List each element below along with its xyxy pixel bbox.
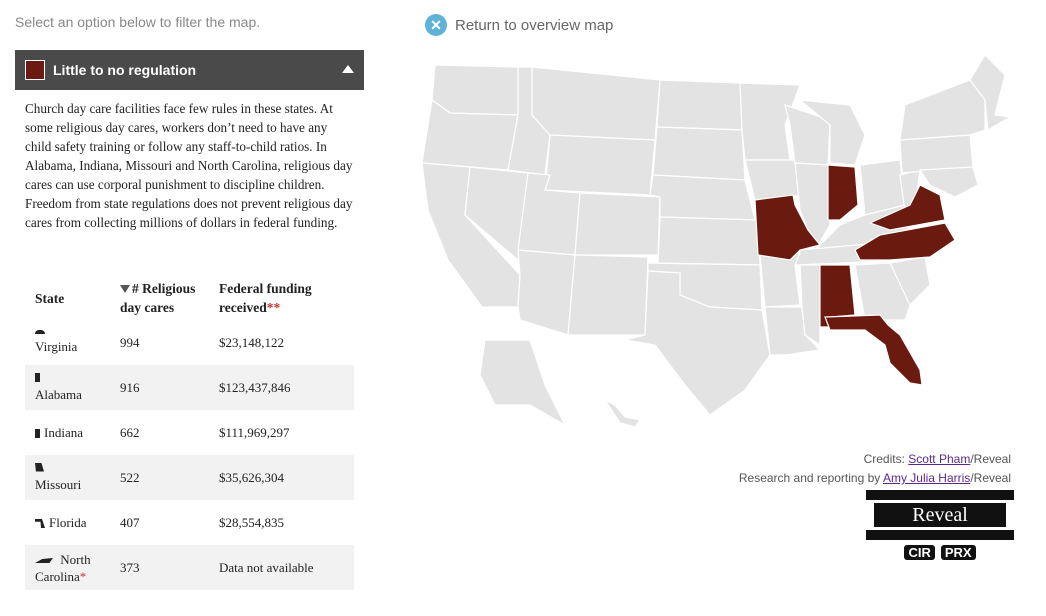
florida-shape-icon [35, 519, 45, 529]
map-state-indiana[interactable] [827, 164, 859, 221]
logo-wordmark: Reveal [874, 503, 1006, 527]
prx-logo: PRX [940, 545, 976, 560]
sort-down-icon [120, 285, 130, 293]
map-state-montana[interactable] [531, 66, 661, 141]
map-state-wyoming[interactable] [544, 134, 656, 196]
map-state-new-mexico[interactable] [567, 254, 649, 336]
credits: Credits: Scott Pham/Reveal Research and … [738, 452, 1011, 485]
credit-link-amy-julia-harris[interactable]: Amy Julia Harris [883, 471, 970, 485]
legend-swatch [25, 60, 45, 80]
header-state[interactable]: State [25, 276, 113, 320]
table-row[interactable]: Alabama 916 $123,437,846 [25, 365, 354, 410]
count-cell: 916 [120, 379, 140, 395]
state-cell: North Carolina* [35, 551, 91, 584]
map-state-arkansas[interactable] [759, 252, 801, 308]
table-row[interactable]: Florida 407 $28,554,835 [25, 500, 354, 545]
count-cell: 994 [120, 334, 140, 350]
map-state-washington[interactable] [431, 64, 521, 116]
us-map [421, 54, 1012, 428]
filter-instruction: Select an option below to filter the map… [15, 14, 261, 30]
count-cell: 662 [120, 424, 140, 440]
state-cell: Alabama [25, 365, 113, 410]
map-state-florida[interactable] [824, 314, 923, 386]
return-overview-link[interactable]: ✕ Return to overview map [425, 14, 613, 36]
filter-label: Little to no regulation [53, 62, 197, 78]
state-cell: Florida [25, 500, 113, 545]
count-cell: 522 [120, 469, 140, 485]
alabama-shape-icon [35, 372, 40, 382]
virginia-shape-icon [35, 330, 45, 334]
map-state-kansas[interactable] [657, 216, 761, 266]
map-state-alaska[interactable] [479, 339, 567, 427]
header-religious-day-cares[interactable]: # Religious day cares [113, 276, 219, 320]
cir-logo: CIR [904, 545, 935, 560]
header-federal-funding[interactable]: Federal funding received** [219, 276, 354, 320]
states-table: State # Religious day cares Federal fund… [25, 276, 354, 590]
funding-cell: Data not available [219, 559, 314, 575]
funding-cell: $111,969,297 [219, 424, 290, 440]
table-row[interactable]: Missouri 522 $35,626,304 [25, 455, 354, 500]
table-row[interactable]: North Carolina* 373 Data not available [25, 545, 354, 590]
map-state-colorado[interactable] [574, 192, 661, 256]
map-state-arizona[interactable] [517, 249, 576, 336]
map-state-new-york[interactable] [899, 79, 986, 141]
logo-bar [866, 530, 1014, 540]
funding-cell: $23,148,122 [219, 334, 284, 350]
state-cell: Indiana [25, 410, 113, 455]
table-row[interactable]: Indiana 662 $111,969,297 [25, 410, 354, 455]
north-carolina-shape-icon [35, 558, 53, 564]
funding-cell: $35,626,304 [219, 469, 284, 485]
return-label: Return to overview map [455, 16, 614, 34]
caret-up-icon[interactable] [342, 65, 354, 73]
state-cell: Missouri [25, 455, 113, 500]
map-state-hawaii[interactable] [603, 398, 642, 428]
logo-bar [866, 490, 1014, 500]
count-cell: 373 [120, 559, 140, 575]
partner-logos: CIR PRX [866, 545, 1014, 560]
missouri-shape-icon [35, 462, 44, 472]
filter-dropdown-little-regulation[interactable]: Little to no regulation [15, 50, 364, 90]
credit-link-scott-pham[interactable]: Scott Pham [908, 452, 970, 466]
indiana-shape-icon [35, 429, 40, 439]
map-state-nebraska[interactable] [649, 174, 756, 221]
category-description: Church day care facilities face few rule… [25, 101, 353, 230]
close-icon[interactable]: ✕ [425, 14, 447, 36]
funding-cell: $123,437,846 [219, 379, 291, 395]
reveal-logo[interactable]: Reveal CIR PRX [866, 490, 1014, 560]
count-cell: 407 [120, 514, 140, 530]
state-cell: Virginia [25, 320, 113, 365]
table-row[interactable]: Virginia 994 $23,148,122 [25, 320, 354, 365]
map-state-south-dakota[interactable] [652, 126, 746, 181]
map-state-north-dakota[interactable] [656, 79, 743, 131]
funding-cell: $28,554,835 [219, 514, 284, 530]
